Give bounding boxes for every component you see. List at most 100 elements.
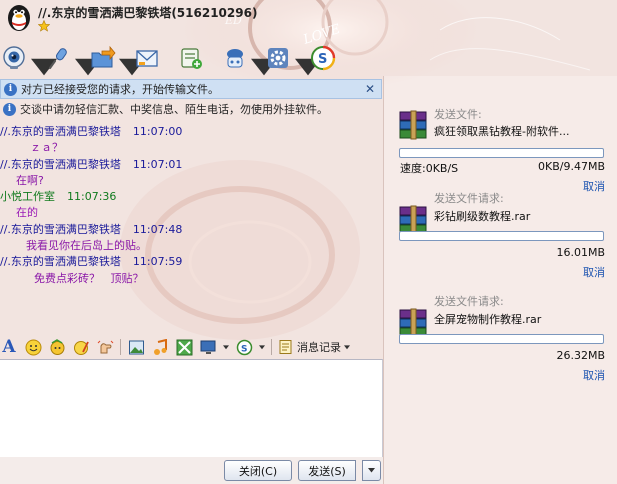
sender-name: //.东京的雪洒满巴黎铁塔 [0, 255, 121, 269]
face-pen-icon [73, 340, 89, 355]
send-sms-button[interactable] [134, 41, 176, 75]
message-input[interactable] [0, 359, 383, 457]
gear-icon [268, 48, 288, 68]
webcam-icon [3, 46, 25, 69]
chat-message: 小悦工作室 11:07:36 在的 [0, 189, 382, 222]
message-time: 11:07:00 [132, 125, 183, 138]
send-button[interactable]: 发送(S) [298, 460, 356, 481]
file-transfer-item: 发送文件: 疯狂领取黑钻教程-附软件... 速度:0KB/S 0KB/9.47M… [386, 92, 617, 193]
close-button[interactable]: 关闭(C) [224, 460, 292, 481]
music-button[interactable] [151, 338, 169, 356]
shake-hand-icon [97, 340, 113, 353]
transfer-size: 0KB/9.47MB [538, 160, 605, 173]
sender-name: 小悦工作室 [0, 190, 55, 204]
history-label: 消息记录 [297, 341, 341, 354]
chevron-down-icon[interactable] [223, 344, 229, 350]
magic-face-icon [50, 338, 64, 355]
app-tools-button[interactable] [222, 41, 277, 76]
qq-game-button[interactable]: S [310, 41, 352, 75]
message-text: 我看见你在后岛上的贴。 [26, 239, 147, 253]
history-log-icon [279, 340, 292, 354]
notice-text: 对方已经接受您的请求，开始传输文件。 [21, 83, 219, 96]
scissors-screen-icon [176, 339, 192, 355]
font-button[interactable]: A [0, 337, 18, 357]
file-transfer-item: 发送文件请求: 彩钻刷级数教程.rar 16.01MB 取消 [386, 187, 617, 280]
folder-send-icon [91, 45, 116, 68]
sender-name: //.东京的雪洒满巴黎铁塔 [0, 157, 121, 171]
chat-message: //.东京的雪洒满巴黎铁塔 11:07:48 我看见你在后岛上的贴。 [0, 222, 382, 255]
chevron-down-icon [344, 344, 350, 349]
sender-name: //.东京的雪洒满巴黎铁塔 [0, 125, 121, 138]
qq-penguin-avatar[interactable] [4, 2, 34, 32]
close-notice-icon[interactable]: ✕ [365, 82, 375, 96]
swirl-s-icon: S [311, 45, 336, 71]
chevron-down-icon[interactable] [259, 344, 265, 350]
window-title: //.东京的雪洒满巴黎铁塔(516210296) [38, 6, 258, 20]
voice-chat-button[interactable] [46, 41, 101, 76]
message-time: 11:07:01 [132, 157, 183, 171]
winrar-archive-icon [399, 110, 427, 140]
transfer-filename: 疯狂领取黑钻教程-附软件... [434, 125, 570, 138]
cancel-link[interactable]: 取消 [583, 367, 605, 383]
warning-text: 交谈中请勿轻信汇款、中奖信息、陌生电话，勿使用外挂软件。 [20, 103, 328, 116]
bottom-action-bar: 关闭(C) 发送(S) [0, 457, 383, 484]
message-text: 在啊? [16, 173, 44, 187]
send-options-button[interactable] [362, 460, 381, 481]
transfer-speed: 速度:0KB/S [400, 162, 459, 175]
magic-emoticon-button[interactable] [48, 338, 66, 356]
transfer-size: 26.32MB [556, 349, 605, 362]
create-group-button[interactable] [178, 41, 220, 75]
message-time: 11:07:48 [132, 222, 183, 236]
screenshot-button[interactable] [175, 338, 193, 356]
message-history-button[interactable]: 消息记录 [278, 339, 350, 355]
microphone-icon [48, 48, 67, 70]
transfer-filename: 全屏宠物制作教程.rar [434, 313, 542, 326]
message-history[interactable]: //.东京的雪洒满巴黎铁塔 11:07:00 ｚａ？ //.东京的雪洒满巴黎铁塔 1… [0, 124, 382, 334]
toolbar-divider [271, 339, 272, 355]
music-note-icon [153, 338, 167, 355]
safety-warning-notice: i 交谈中请勿轻信汇款、中奖信息、陌生电话，勿使用外挂软件。 [0, 99, 382, 119]
nudge-button[interactable] [96, 338, 114, 356]
helper-robot-icon [227, 49, 243, 68]
group-add-icon [181, 48, 202, 69]
sender-name: //.东京的雪洒满巴黎铁塔 [0, 222, 121, 236]
chevron-down-icon [368, 468, 375, 473]
transfer-label: 发送文件请求: [434, 295, 504, 308]
scribble-button[interactable] [72, 338, 90, 356]
smiley-icon [25, 339, 41, 355]
info-icon: i [4, 82, 17, 96]
transfer-accepted-notice: i 对方已经接受您的请求，开始传输文件。 ✕ [0, 79, 382, 99]
chat-toolbar: S [2, 40, 362, 76]
transfer-filename: 彩钻刷级数教程.rar [434, 210, 531, 223]
file-transfer-item: 发送文件请求: 全屏宠物制作教程.rar 26.32MB 取消 [386, 290, 617, 383]
message-time: 11:07:36 [67, 190, 117, 204]
star-icon [38, 20, 50, 32]
mail-icon [136, 50, 158, 67]
video-chat-button[interactable] [2, 41, 57, 76]
image-icon [128, 340, 144, 354]
toolbar-divider [120, 339, 121, 355]
transfer-label: 发送文件请求: [434, 192, 504, 205]
file-transfer-panel: 发送文件: 疯狂领取黑钻教程-附软件... 速度:0KB/S 0KB/9.47M… [386, 80, 617, 484]
transfer-progress-bar [399, 231, 604, 241]
send-file-button[interactable] [90, 41, 145, 76]
message-time: 11:07:59 [132, 255, 183, 269]
message-text: 免费点彩砖？ 顶贴？ [34, 271, 144, 285]
cancel-link[interactable]: 取消 [583, 264, 605, 280]
transfer-progress-bar [399, 334, 604, 344]
chat-message: //.东京的雪洒满巴黎铁塔 11:07:01 在啊? [0, 157, 382, 190]
emoticon-button[interactable] [24, 338, 42, 356]
title-bar: //.东京的雪洒满巴黎铁塔(516210296) [0, 0, 617, 36]
screen-share-button[interactable] [199, 338, 217, 356]
transfer-progress-bar [399, 148, 604, 158]
transfer-label: 发送文件: [434, 108, 482, 121]
qq-show-button[interactable]: S [235, 338, 253, 356]
chat-message: //.东京的雪洒满巴黎铁塔 11:07:59 免费点彩砖？ 顶贴？ [0, 254, 382, 287]
swirl-s-icon: S [236, 339, 252, 355]
message-text: ｚａ？ [30, 141, 63, 155]
send-image-button[interactable] [127, 338, 145, 356]
message-text: 在的 [16, 206, 38, 220]
settings-button[interactable] [266, 41, 321, 76]
transfer-size: 16.01MB [556, 246, 605, 259]
input-toolbar: A S 消息记录 [0, 336, 382, 358]
